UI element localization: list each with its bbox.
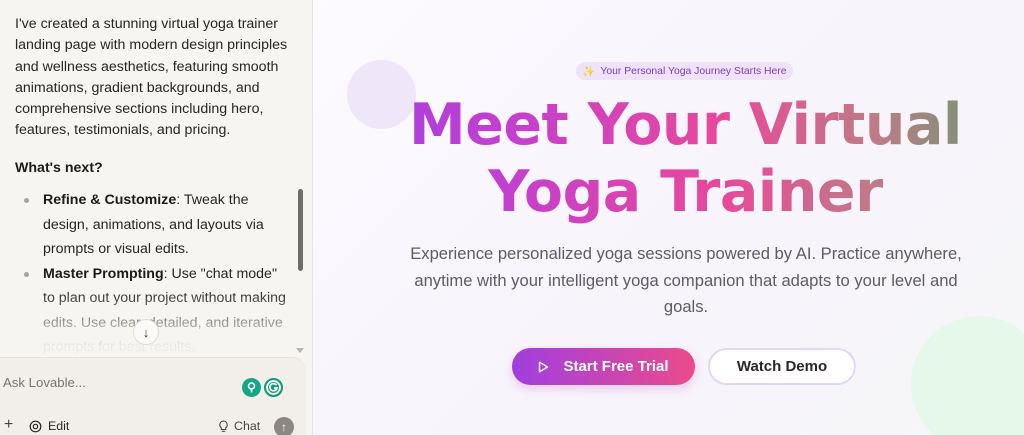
list-item-title: Refine & Customize [43, 192, 177, 208]
scrollbar-thumb[interactable] [298, 189, 303, 271]
chat-composer: + Edit Chat ↑ [0, 357, 306, 435]
chat-label: Chat [234, 419, 261, 433]
sparkles-icon: ✨ [582, 66, 596, 78]
start-free-trial-button[interactable]: Start Free Trial [512, 348, 695, 385]
grammarly-badges [242, 378, 283, 397]
chat-input[interactable] [3, 375, 203, 390]
hero-subtitle: Experience personalized yoga sessions po… [410, 244, 962, 316]
arrow-up-icon: ↑ [281, 420, 287, 434]
watch-demo-label: Watch Demo [736, 358, 828, 375]
arrow-down-icon: ↓ [142, 324, 150, 340]
play-icon [539, 361, 549, 372]
chat-panel: I've created a stunning virtual yoga tra… [0, 0, 313, 435]
watch-demo-button[interactable]: Watch Demo [708, 348, 856, 385]
edit-label: Edit [48, 419, 70, 433]
scroll-to-bottom-button[interactable]: ↓ [133, 319, 159, 345]
add-attachment-button[interactable]: + [4, 416, 13, 434]
grammarly-assist-icon[interactable] [242, 378, 261, 397]
send-button[interactable]: ↑ [274, 417, 294, 435]
list-item-title: Master Prompting [43, 265, 164, 282]
whats-next-heading: What's next? [15, 160, 103, 176]
target-icon [29, 420, 42, 432]
decorative-circle-green [911, 316, 1024, 435]
list-item: Refine & Customize: Tweak the design, an… [15, 188, 290, 262]
assistant-message-text: I've created a stunning virtual yoga tra… [15, 16, 288, 139]
site-preview: ✨ Your Personal Yoga Journey Starts Here… [313, 0, 1024, 435]
grammarly-icon[interactable] [264, 378, 283, 397]
composer-toolbar: + Edit Chat ↑ [0, 416, 306, 435]
lightbulb-icon [219, 419, 228, 432]
hero-title-line1: Meet Your Virtual [409, 92, 962, 158]
chat-mode-button[interactable]: Chat [218, 419, 260, 433]
edit-mode-button[interactable]: Edit [29, 419, 69, 433]
hero-badge: ✨ Your Personal Yoga Journey Starts Here [576, 62, 793, 80]
hero-title-line2: Yoga Trainer [488, 159, 883, 225]
chat-message-area[interactable]: I've created a stunning virtual yoga tra… [0, 0, 312, 356]
hero-title: Meet Your Virtual Yoga Trainer [313, 92, 1024, 226]
start-free-trial-label: Start Free Trial [563, 358, 669, 375]
hero-badge-text: Your Personal Yoga Journey Starts Here [600, 65, 787, 77]
scrollbar-down-arrow[interactable] [296, 348, 304, 353]
